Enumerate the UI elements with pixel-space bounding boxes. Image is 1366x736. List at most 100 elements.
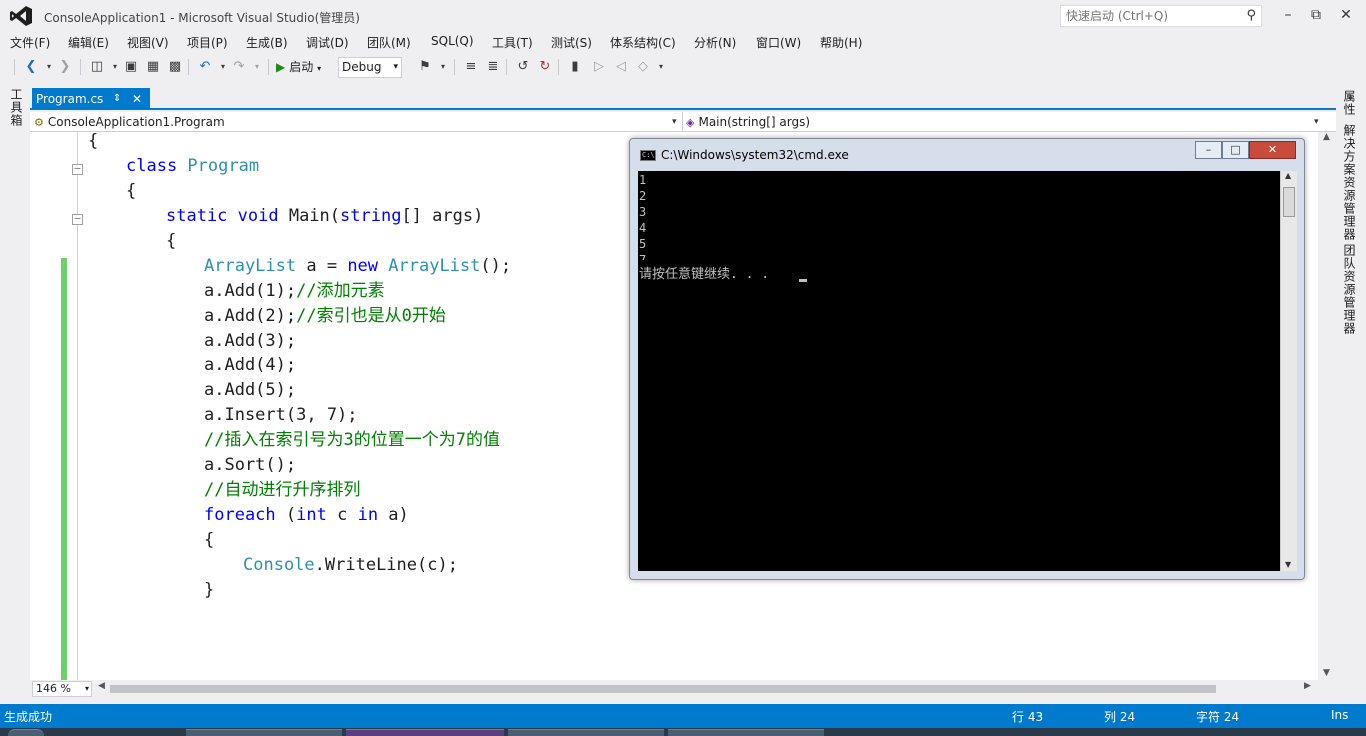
horizontal-scroll-thumb[interactable] xyxy=(110,685,1216,693)
console-minimize-button[interactable]: – xyxy=(1195,141,1222,159)
scroll-right-icon[interactable]: ▶ xyxy=(1304,681,1311,691)
menu-sql[interactable]: SQL(Q) xyxy=(431,34,474,48)
console-title-bar[interactable]: C:\ C:\Windows\system32\cmd.exe – □ ✕ xyxy=(630,139,1304,171)
console-close-button[interactable]: ✕ xyxy=(1249,141,1296,159)
menu-help[interactable]: 帮助(H) xyxy=(820,34,862,51)
search-icon[interactable]: ⚲ xyxy=(1246,8,1256,23)
code-line[interactable]: a.Add(4); xyxy=(204,354,296,376)
toolbar-options-icon[interactable]: ▾ xyxy=(652,58,670,76)
code-line[interactable]: { xyxy=(126,180,136,202)
menu-architecture[interactable]: 体系结构(C) xyxy=(610,34,676,51)
menu-view[interactable]: 视图(V) xyxy=(127,34,169,51)
code-line[interactable]: a.Add(5); xyxy=(204,379,296,401)
tab-overflow-icon[interactable]: ▾ xyxy=(1348,88,1353,110)
uncomment-block-icon[interactable]: ≣ xyxy=(484,58,502,76)
scroll-up-icon[interactable]: ▲ xyxy=(1285,171,1291,180)
clear-bookmarks-icon[interactable]: ◇ xyxy=(634,58,652,76)
undo-icon[interactable]: ↶ xyxy=(196,58,214,76)
quick-launch-input[interactable] xyxy=(1061,6,1231,26)
code-line[interactable]: } xyxy=(204,579,214,601)
menu-project[interactable]: 项目(P) xyxy=(187,34,228,51)
start-debugging-button[interactable]: ▶ 启动 ▾ xyxy=(276,58,321,76)
open-file-icon[interactable]: ▣ xyxy=(122,58,140,76)
member-dropdown[interactable]: ◈ Main(string[] args) ▾ xyxy=(686,113,1326,131)
code-line[interactable]: ArrayList a = new ArrayList(); xyxy=(204,255,511,277)
new-project-icon[interactable]: ◫ xyxy=(88,58,106,76)
editor-vertical-scrollbar[interactable]: ▲ ▼ xyxy=(1318,132,1336,680)
zoom-select[interactable]: 146 % ▾ xyxy=(32,681,92,697)
code-line[interactable]: foreach (int c in a) xyxy=(204,504,409,526)
minimize-button[interactable]: – xyxy=(1274,4,1302,26)
pin-icon[interactable]: ⇕ xyxy=(113,88,121,110)
console-window[interactable]: C:\ C:\Windows\system32\cmd.exe – □ ✕ 1 … xyxy=(629,138,1305,580)
code-token: { xyxy=(88,132,99,151)
code-token: { xyxy=(166,231,177,251)
code-line[interactable]: a.Sort(); xyxy=(204,454,296,476)
save-all-icon[interactable]: ▩ xyxy=(166,58,184,76)
indent-icon[interactable]: ↺ xyxy=(514,58,532,76)
redo-dropdown-icon[interactable]: ▾ xyxy=(248,58,266,76)
save-icon[interactable]: ▦ xyxy=(144,58,162,76)
tab-program-cs[interactable]: Program.cs ⇕ ✕ xyxy=(32,88,150,110)
code-line[interactable]: { xyxy=(166,230,176,252)
scroll-down-icon[interactable]: ▼ xyxy=(1285,560,1291,569)
collapse-method-icon[interactable]: – xyxy=(72,214,83,225)
code-line[interactable]: { xyxy=(88,132,98,152)
solution-configuration-select[interactable]: Debug ▾ xyxy=(338,57,402,78)
team-explorer-tab[interactable]: 团队资源管理器 xyxy=(1341,244,1358,335)
code-line[interactable]: static void Main(string[] args) xyxy=(166,205,483,227)
code-token: a.Add(2); xyxy=(204,306,297,326)
navigate-forward-icon[interactable]: ❯ xyxy=(56,58,74,76)
taskbar-visual-studio[interactable] xyxy=(346,729,504,736)
menu-file[interactable]: 文件(F) xyxy=(10,34,50,51)
solution-explorer-tab[interactable]: 解决方案资源管理器 xyxy=(1341,124,1358,241)
menu-analyze[interactable]: 分析(N) xyxy=(694,34,736,51)
comment-block-icon[interactable]: ≡ xyxy=(462,58,480,76)
code-line[interactable]: { xyxy=(204,529,214,551)
code-line[interactable]: Console.WriteLine(c); xyxy=(243,554,458,576)
start-dropdown-icon[interactable]: ▾ xyxy=(317,64,321,73)
start-orb-icon[interactable] xyxy=(8,729,44,736)
console-scroll-thumb[interactable] xyxy=(1283,187,1295,217)
taskbar-console[interactable] xyxy=(668,729,824,736)
code-line[interactable]: //插入在索引号为3的位置一个为7的值 xyxy=(204,429,500,451)
console-output[interactable]: 1 2 3 4 5 7 请按任意键继续. . . xyxy=(638,171,1280,571)
bookmark-icon[interactable]: ▮ xyxy=(566,58,584,76)
chevron-down-icon: ▾ xyxy=(393,62,398,72)
menu-build[interactable]: 生成(B) xyxy=(246,34,288,51)
next-bookmark-icon[interactable]: ◁ xyxy=(612,58,630,76)
navigate-back-icon[interactable]: ❮ xyxy=(22,58,40,76)
code-line[interactable]: a.Add(3); xyxy=(204,330,296,352)
scroll-left-icon[interactable]: ◀ xyxy=(98,681,105,691)
quick-launch-box[interactable]: ⚲ xyxy=(1060,5,1262,27)
menu-window[interactable]: 窗口(W) xyxy=(756,34,801,51)
taskbar-app[interactable] xyxy=(508,729,664,736)
previous-bookmark-icon[interactable]: ▷ xyxy=(590,58,608,76)
code-line[interactable]: //自动进行升序排列 xyxy=(204,479,360,501)
scroll-up-icon[interactable]: ▲ xyxy=(1323,132,1330,142)
menu-team[interactable]: 团队(M) xyxy=(367,34,411,51)
collapse-class-icon[interactable]: – xyxy=(72,164,83,175)
find-dropdown-icon[interactable]: ▾ xyxy=(434,58,452,76)
console-maximize-button[interactable]: □ xyxy=(1222,141,1249,159)
menu-test[interactable]: 测试(S) xyxy=(551,34,592,51)
restore-button[interactable]: ⧉ xyxy=(1302,4,1330,26)
outdent-icon[interactable]: ↻ xyxy=(536,58,554,76)
toolbox-tab[interactable]: 工具箱 xyxy=(8,88,25,127)
code-line[interactable]: a.Add(1);//添加元素 xyxy=(204,280,385,302)
menu-debug[interactable]: 调试(D) xyxy=(306,34,349,51)
menu-edit[interactable]: 编辑(E) xyxy=(68,34,109,51)
code-line[interactable]: a.Add(2);//索引也是从0开始 xyxy=(204,305,446,327)
menu-tools[interactable]: 工具(T) xyxy=(492,34,533,51)
redo-icon[interactable]: ↷ xyxy=(230,58,248,76)
code-line[interactable]: a.Insert(3, 7); xyxy=(204,404,358,426)
scroll-down-icon[interactable]: ▼ xyxy=(1323,668,1330,678)
close-window-button[interactable]: ✕ xyxy=(1332,4,1360,26)
comment-token: //自动进行升序排列 xyxy=(204,480,361,500)
taskbar-app[interactable] xyxy=(186,729,342,736)
code-line[interactable]: class Program xyxy=(126,155,259,177)
close-icon[interactable]: ✕ xyxy=(132,88,142,110)
find-in-files-icon[interactable]: ⚑ xyxy=(416,58,434,76)
console-scrollbar[interactable]: ▲ ▼ xyxy=(1280,171,1297,571)
class-dropdown[interactable]: ⚙ ConsoleApplication1.Program ▾ xyxy=(34,113,682,131)
